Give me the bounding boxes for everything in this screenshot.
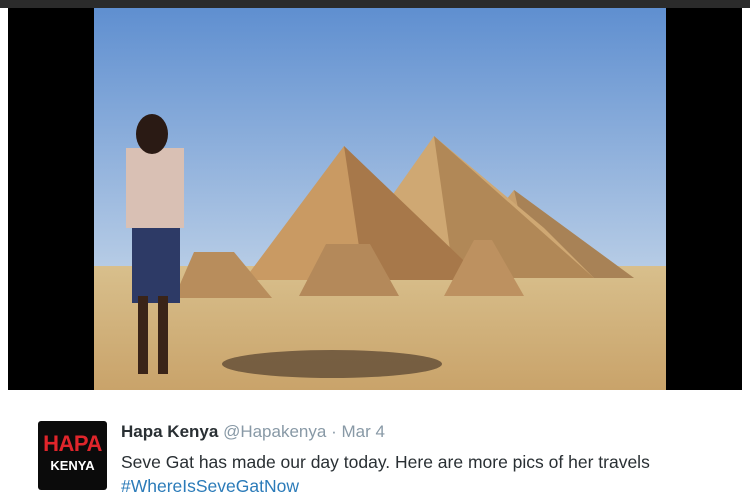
tweet-text: Seve Gat has made our day today. Here ar… <box>121 450 721 498</box>
avatar[interactable]: HAPA KENYA <box>38 421 107 490</box>
tweet-media[interactable] <box>8 8 742 390</box>
author-handle[interactable]: @Hapakenya <box>223 422 326 441</box>
pyramids-photo <box>94 8 666 390</box>
meta-separator: · <box>331 422 337 441</box>
tweet-date[interactable]: Mar 4 <box>341 422 384 441</box>
tweet-photo[interactable] <box>94 8 666 390</box>
avatar-logo-hapa: HAPA <box>43 431 102 456</box>
hashtag-link[interactable]: #WhereIsSeveGatNow <box>121 476 299 496</box>
top-strip <box>0 0 750 8</box>
tweet-header: Hapa Kenya @Hapakenya · Mar 4 <box>121 422 385 442</box>
tweet-body: Seve Gat has made our day today. Here ar… <box>121 452 650 472</box>
author-name[interactable]: Hapa Kenya <box>121 422 218 441</box>
avatar-logo-kenya: KENYA <box>50 458 95 473</box>
